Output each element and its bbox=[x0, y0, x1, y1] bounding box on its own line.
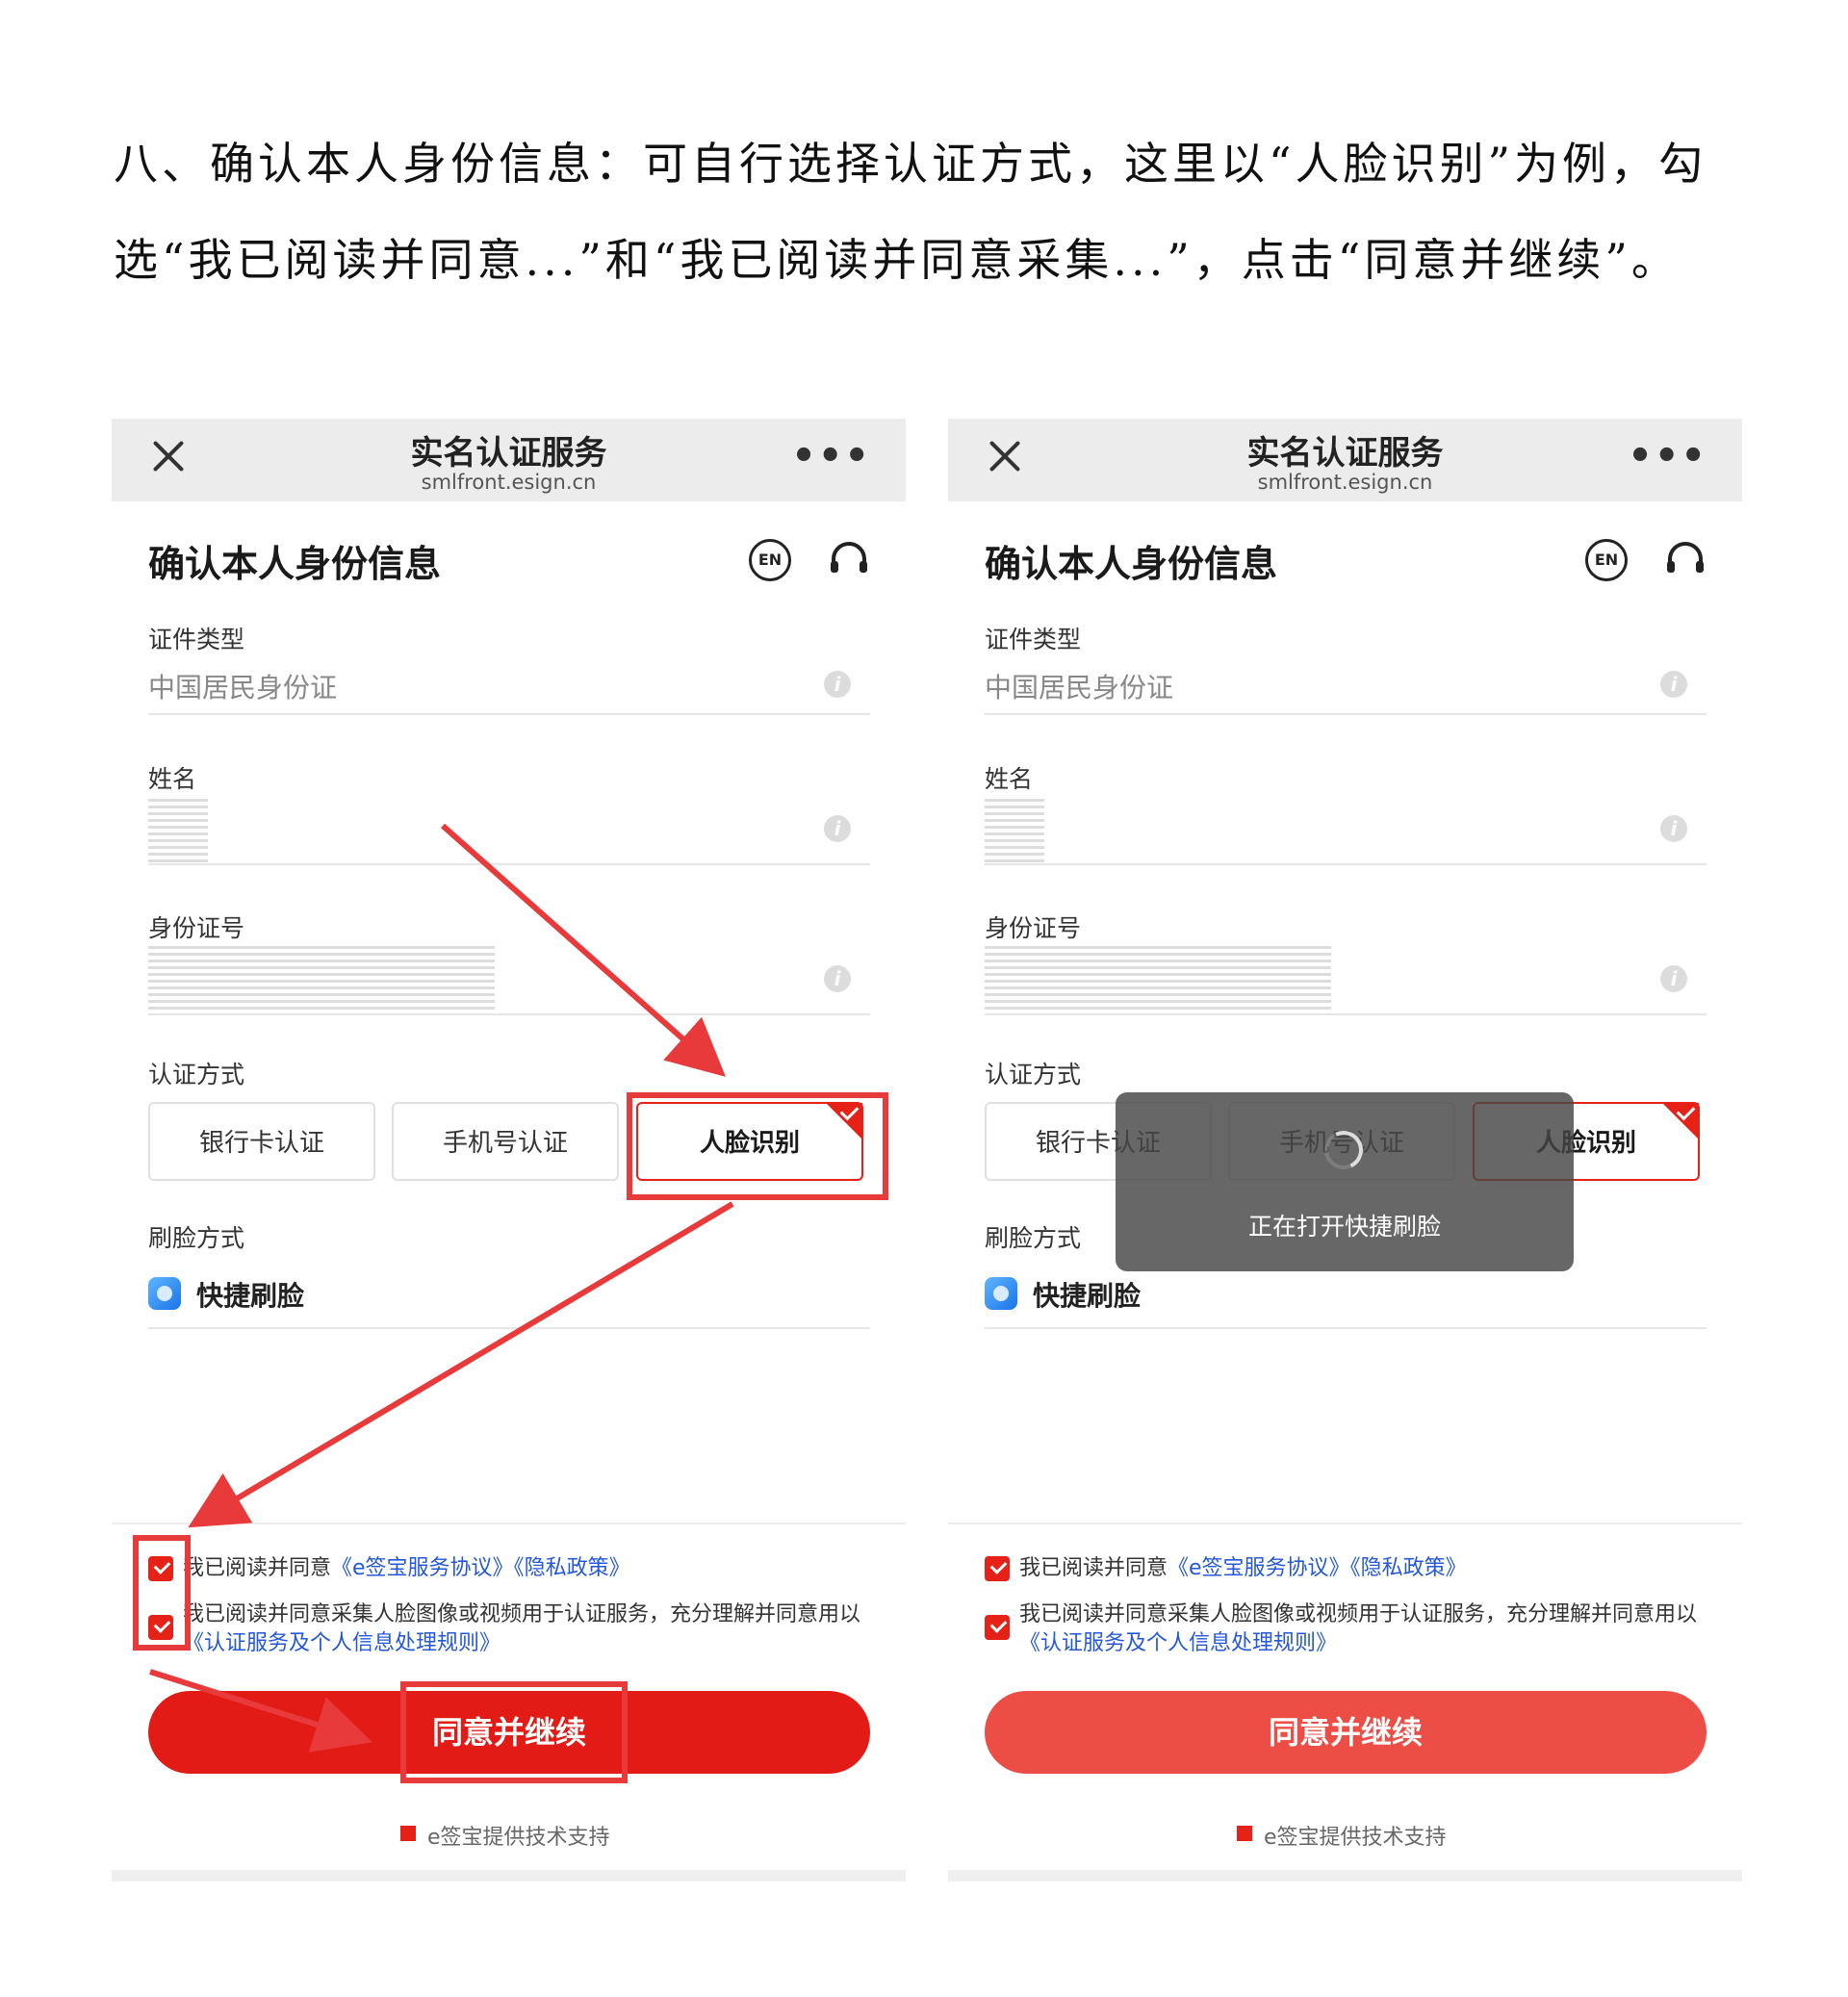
agree-face-collect-text: 我已阅读并同意采集人脸图像或视频用于认证服务，充分理解并同意用以《认证服务及个人… bbox=[1019, 1600, 1712, 1658]
arrow-to-checkboxes bbox=[188, 1201, 734, 1528]
field-divider bbox=[985, 713, 1707, 715]
check-icon bbox=[1676, 1101, 1696, 1121]
face-mode-value[interactable]: 快捷刷脸 bbox=[1033, 1275, 1141, 1314]
id-number-label: 身份证号 bbox=[985, 914, 1082, 942]
bottom-divider bbox=[948, 1870, 1742, 1882]
id-type-label: 证件类型 bbox=[985, 626, 1082, 653]
agree-face-collect-prefix: 我已阅读并同意采集人脸图像或视频用于认证服务，充分理解并同意用以 bbox=[1019, 1602, 1698, 1626]
method-label: 认证方式 bbox=[985, 1061, 1082, 1088]
agree-continue-button[interactable]: 同意并继续 bbox=[985, 1691, 1707, 1774]
nav-subtitle: smlfront.esign.cn bbox=[1257, 471, 1433, 494]
agree-terms-prefix: 我已阅读并同意 bbox=[1019, 1556, 1168, 1580]
loading-toast: 正在打开快捷刷脸 bbox=[1116, 1092, 1574, 1271]
face-mode-label: 刷脸方式 bbox=[985, 1224, 1082, 1252]
field-divider bbox=[985, 1327, 1707, 1329]
info-icon[interactable]: i bbox=[1660, 671, 1687, 698]
agree-terms-checkbox[interactable] bbox=[985, 1556, 1010, 1581]
field-divider bbox=[985, 1013, 1707, 1015]
phone-screenshot-right: 实名认证服务 smlfront.esign.cn ••• 确认本人身份信息 EN… bbox=[948, 419, 1742, 1882]
arrow-to-continue bbox=[149, 1669, 372, 1753]
id-number-value-redacted[interactable] bbox=[985, 946, 1331, 1010]
service-agreement-link[interactable]: 《e签宝服务协议》 bbox=[1168, 1556, 1350, 1580]
language-en-icon[interactable]: EN bbox=[1585, 539, 1628, 581]
info-icon[interactable]: i bbox=[1660, 815, 1687, 842]
arrow-to-face-method bbox=[441, 823, 726, 1077]
more-icon[interactable]: ••• bbox=[1628, 434, 1707, 478]
agree-divider bbox=[948, 1523, 1742, 1524]
esign-logo-icon bbox=[1237, 1826, 1252, 1841]
processing-rules-link[interactable]: 《认证服务及个人信息处理规则》 bbox=[1019, 1631, 1337, 1655]
nav-bar: 实名认证服务 smlfront.esign.cn ••• bbox=[948, 419, 1742, 501]
toast-text: 正在打开快捷刷脸 bbox=[1247, 1213, 1441, 1241]
agree-face-collect-checkbox[interactable] bbox=[985, 1615, 1010, 1640]
page-title: 确认本人身份信息 bbox=[985, 543, 1278, 585]
instruction-text: 八、确认本人身份信息：可自行选择认证方式，这里以“人脸识别”为例，勾选“我已阅读… bbox=[114, 138, 1707, 286]
nav-title: 实名认证服务 bbox=[1246, 434, 1444, 473]
loading-spinner-icon bbox=[1319, 1125, 1369, 1175]
privacy-policy-link[interactable]: 《隐私政策》 bbox=[1350, 1556, 1467, 1580]
face-scan-icon bbox=[985, 1277, 1017, 1310]
name-label: 姓名 bbox=[985, 765, 1034, 793]
headset-icon[interactable] bbox=[1664, 538, 1707, 580]
phone-screenshot-left: 实名认证服务 smlfront.esign.cn ••• 确认本人身份信息 EN… bbox=[112, 419, 906, 1882]
agree-terms-text: 我已阅读并同意《e签宝服务协议》《隐私政策》 bbox=[1019, 1554, 1712, 1583]
info-icon[interactable]: i bbox=[1660, 965, 1687, 992]
footer-text: e签宝提供技术支持 bbox=[1264, 1826, 1447, 1850]
id-type-value: 中国居民身份证 bbox=[985, 672, 1174, 704]
name-value-redacted[interactable] bbox=[985, 799, 1044, 862]
annotation-arrows bbox=[149, 823, 734, 1753]
field-divider bbox=[985, 863, 1707, 865]
